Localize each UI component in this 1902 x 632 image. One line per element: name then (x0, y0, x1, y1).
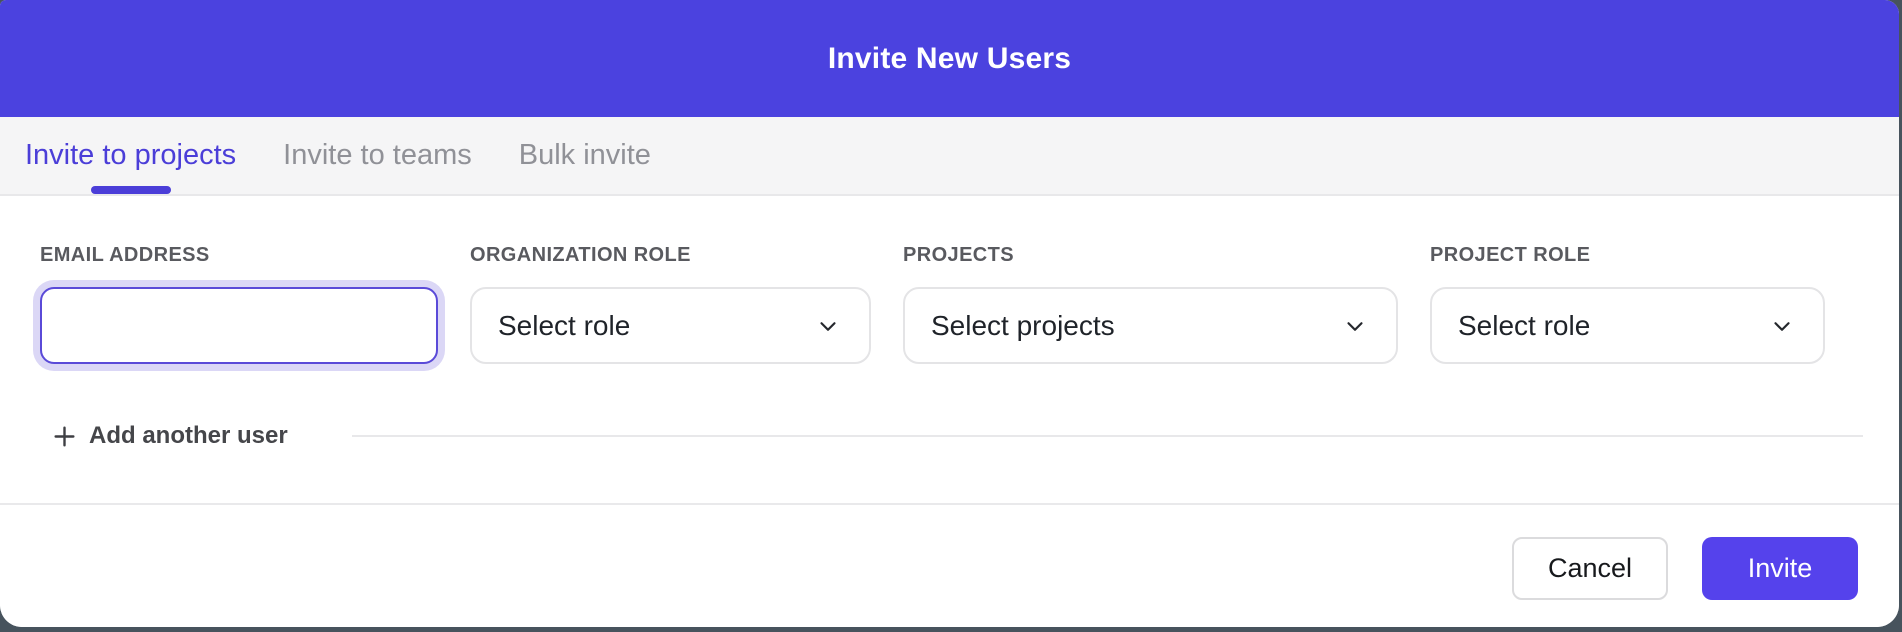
tab-invite-to-projects[interactable]: Invite to projects (25, 117, 236, 194)
tab-label: Invite to teams (283, 139, 472, 172)
add-user-row: Add another user (40, 422, 1863, 450)
chevron-down-icon (1769, 313, 1795, 339)
projects-label: PROJECTS (903, 242, 1398, 268)
tab-label: Bulk invite (519, 139, 651, 172)
chevron-down-icon (1342, 313, 1368, 339)
invite-new-users-dialog: Invite New Users Invite to projects Invi… (0, 0, 1899, 627)
projects-select[interactable]: Select projects (903, 287, 1398, 364)
project-role-select[interactable]: Select role (1430, 287, 1825, 364)
project-role-value: Select role (1458, 310, 1590, 342)
project-role-label: PROJECT ROLE (1430, 242, 1825, 268)
dialog-title: Invite New Users (828, 42, 1071, 76)
dialog-body: EMAIL ADDRESS ORGANIZATION ROLE Select r… (0, 196, 1899, 503)
invite-button[interactable]: Invite (1702, 537, 1858, 600)
dialog-header: Invite New Users (0, 0, 1899, 117)
dialog-footer: Cancel Invite (0, 503, 1899, 627)
email-address-label: EMAIL ADDRESS (40, 242, 438, 268)
row-divider (352, 435, 1863, 437)
active-tab-underline (91, 186, 171, 194)
chevron-down-icon (815, 313, 841, 339)
add-another-user-button[interactable]: Add another user (40, 422, 288, 450)
projects-value: Select projects (931, 310, 1115, 342)
cancel-button[interactable]: Cancel (1512, 537, 1668, 600)
email-column: EMAIL ADDRESS (40, 242, 438, 364)
invite-row: EMAIL ADDRESS ORGANIZATION ROLE Select r… (40, 242, 1863, 364)
organization-role-value: Select role (498, 310, 630, 342)
tab-invite-to-teams[interactable]: Invite to teams (283, 117, 472, 194)
plus-icon (52, 424, 77, 449)
projects-column: PROJECTS Select projects (903, 242, 1398, 364)
tab-bulk-invite[interactable]: Bulk invite (519, 117, 651, 194)
project-role-column: PROJECT ROLE Select role (1430, 242, 1825, 364)
organization-role-column: ORGANIZATION ROLE Select role (470, 242, 871, 364)
organization-role-select[interactable]: Select role (470, 287, 871, 364)
email-input[interactable] (40, 287, 438, 364)
add-another-user-label: Add another user (89, 422, 288, 450)
tab-bar: Invite to projects Invite to teams Bulk … (0, 117, 1899, 196)
tab-label: Invite to projects (25, 139, 236, 172)
organization-role-label: ORGANIZATION ROLE (470, 242, 871, 268)
